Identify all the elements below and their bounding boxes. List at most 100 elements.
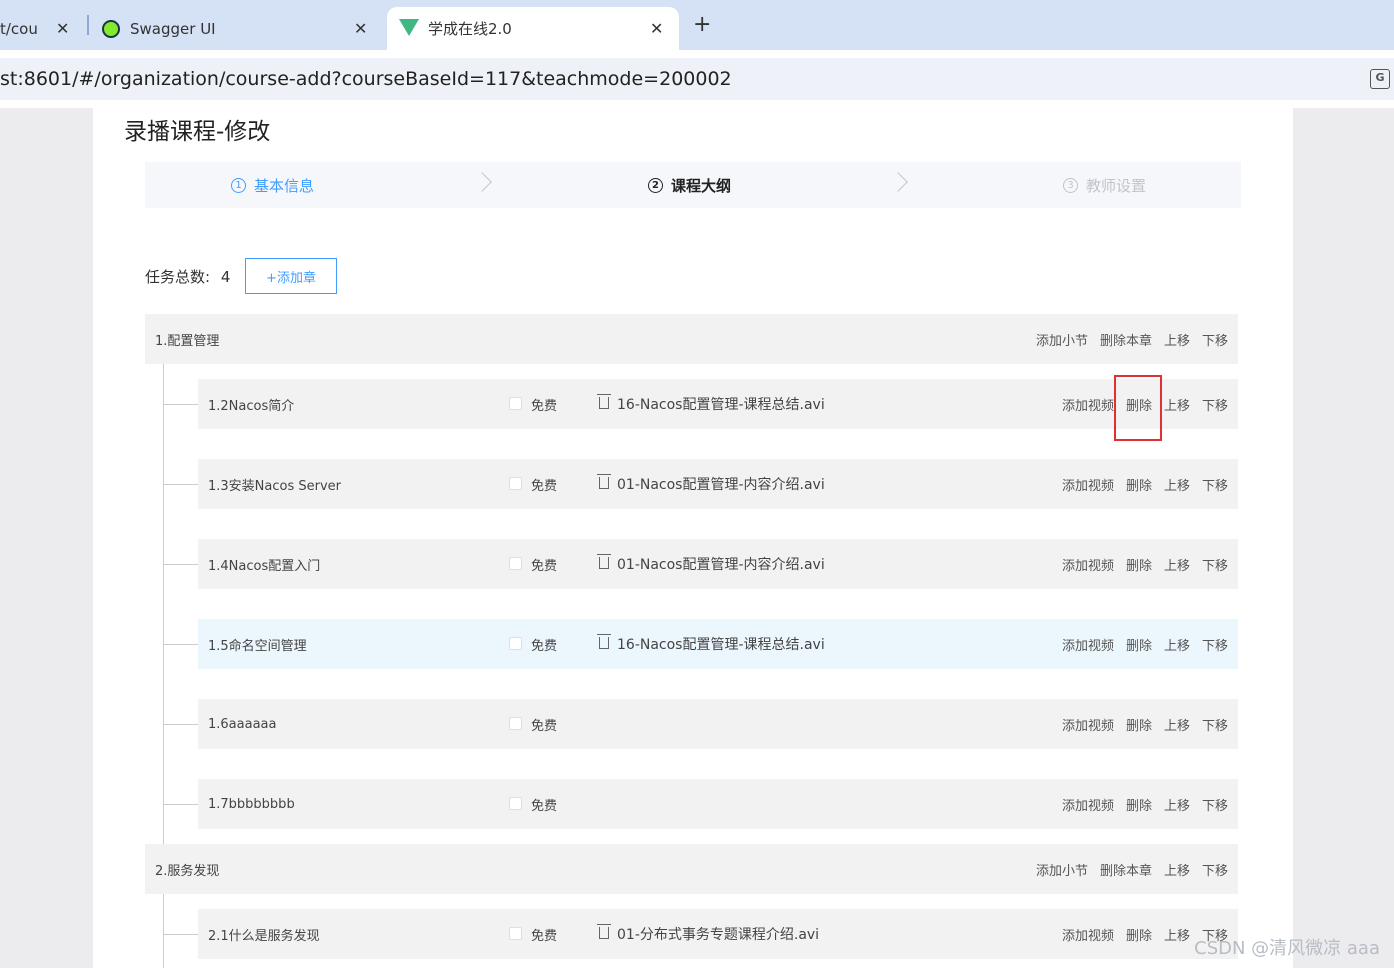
section-op-3[interactable]: 下移	[1202, 555, 1228, 574]
swagger-icon	[102, 19, 120, 38]
chapter-row: 1.配置管理 添加小节 删除本章 上移 下移	[145, 314, 1238, 364]
free-checkbox[interactable]	[509, 717, 522, 730]
tree-line	[163, 894, 164, 968]
trash-icon[interactable]	[597, 554, 611, 569]
section-title: 1.7bbbbbbbb	[208, 796, 295, 812]
chapter-op-0[interactable]: 添加小节	[1036, 330, 1088, 349]
section-op-2[interactable]: 上移	[1164, 475, 1190, 494]
section-row: 2.1什么是服务发现 免费 01-分布式事务专题课程介绍.avi 添加视频 删除上…	[198, 909, 1238, 959]
section-title: 1.6aaaaaa	[208, 716, 277, 732]
tab-3[interactable]: 学成在线2.0 ✕	[387, 7, 679, 50]
section-ops: 添加视频 删除 上移 下移	[1062, 555, 1228, 574]
tab-1[interactable]: t/cou ✕	[0, 7, 86, 50]
step-1-number: 1	[231, 177, 246, 193]
section-row: 1.4Nacos配置入门 免费 01-Nacos配置管理-内容介绍.avi 添加…	[198, 539, 1238, 589]
section-op-0[interactable]: 添加视频	[1062, 635, 1114, 654]
section-op-1[interactable]: 删除	[1126, 795, 1152, 814]
chapter-title: 1.配置管理	[155, 333, 220, 349]
section-row: 1.7bbbbbbbb 免费 添加视频 删除 上移 下移	[198, 779, 1238, 829]
free-label: 免费	[531, 558, 558, 574]
chapter-op-1[interactable]: 删除本章	[1100, 860, 1152, 879]
section-op-1[interactable]: 删除	[1126, 555, 1152, 574]
tab-1-label: t/cou	[0, 19, 38, 38]
free-checkbox[interactable]	[509, 927, 522, 940]
step-2-label: 课程大纲	[671, 176, 732, 195]
section-ops: 添加视频 删除 上移 下移	[1062, 795, 1228, 814]
tree-branch	[164, 564, 198, 565]
section-op-3[interactable]: 下移	[1202, 635, 1228, 654]
section-op-3[interactable]: 下移	[1202, 795, 1228, 814]
section-op-2[interactable]: 上移	[1164, 795, 1190, 814]
url-field[interactable]: st:8601/#/organization/course-add?course…	[0, 58, 1394, 100]
task-total-label: 任务总数:	[145, 268, 211, 286]
chapter-op-2[interactable]: 上移	[1164, 330, 1190, 349]
section-op-2[interactable]: 上移	[1164, 715, 1190, 734]
free-checkbox[interactable]	[509, 637, 522, 650]
section-op-1[interactable]: 删除	[1126, 925, 1152, 944]
section-op-2[interactable]: 上移	[1164, 395, 1190, 414]
tab-2[interactable]: Swagger UI ✕	[96, 7, 386, 50]
tab-3-close-icon[interactable]: ✕	[650, 19, 663, 38]
section-op-0[interactable]: 添加视频	[1062, 555, 1114, 574]
section-op-0[interactable]: 添加视频	[1062, 795, 1114, 814]
section-op-2[interactable]: 上移	[1164, 555, 1190, 574]
free-checkbox[interactable]	[509, 557, 522, 570]
tree-branch	[164, 484, 198, 485]
free-checkbox[interactable]	[509, 397, 522, 410]
section-op-2[interactable]: 上移	[1164, 925, 1190, 944]
video-file-name: 16-Nacos配置管理-课程总结.avi	[617, 397, 825, 413]
section-op-0[interactable]: 添加视频	[1062, 715, 1114, 734]
section-op-3[interactable]: 下移	[1202, 475, 1228, 494]
tree-branch	[164, 934, 198, 935]
section-op-3[interactable]: 下移	[1202, 395, 1228, 414]
trash-icon[interactable]	[597, 394, 611, 409]
chapter-ops: 添加小节 删除本章 上移 下移	[1036, 330, 1228, 349]
section-op-1[interactable]: 删除	[1126, 635, 1152, 654]
section-title: 1.2Nacos简介	[208, 398, 295, 414]
free-checkbox[interactable]	[509, 797, 522, 810]
section-op-1[interactable]: 删除	[1126, 475, 1152, 494]
step-course-outline[interactable]: 2 课程大纲	[648, 162, 731, 208]
chapter-row: 2.服务发现 添加小节 删除本章 上移 下移	[145, 844, 1238, 894]
free-checkbox[interactable]	[509, 477, 522, 490]
section-op-1[interactable]: 删除	[1126, 715, 1152, 734]
section-title: 1.3安装Nacos Server	[208, 478, 342, 494]
new-tab-button[interactable]: +	[693, 12, 711, 37]
add-chapter-button[interactable]: +添加章	[245, 258, 337, 294]
step-basic-info[interactable]: 1 基本信息	[231, 162, 314, 208]
free-label: 免费	[531, 638, 558, 654]
section-op-0[interactable]: 添加视频	[1062, 475, 1114, 494]
section-ops: 添加视频 删除 上移 下移	[1062, 715, 1228, 734]
trash-icon[interactable]	[597, 474, 611, 489]
trash-icon[interactable]	[597, 634, 611, 649]
chapter-op-0[interactable]: 添加小节	[1036, 860, 1088, 879]
chapter-op-2[interactable]: 上移	[1164, 860, 1190, 879]
free-label: 免费	[531, 718, 558, 734]
step-teacher-settings[interactable]: 3 教师设置	[1063, 162, 1146, 208]
tab-2-label: Swagger UI	[130, 19, 216, 38]
chapter-op-1[interactable]: 删除本章	[1100, 330, 1152, 349]
tree-branch	[164, 404, 198, 405]
free-label: 免费	[531, 398, 558, 414]
chevron-right-icon	[472, 172, 492, 192]
tab-2-close-icon[interactable]: ✕	[354, 19, 367, 38]
chapter-op-3[interactable]: 下移	[1202, 860, 1228, 879]
section-op-2[interactable]: 上移	[1164, 635, 1190, 654]
steps-bar: 1 基本信息 2 课程大纲 3 教师设置	[145, 162, 1241, 208]
section-op-3[interactable]: 下移	[1202, 715, 1228, 734]
watermark: CSDN @清风微凉 aaa	[1194, 938, 1380, 959]
section-ops: 添加视频 删除 上移 下移	[1062, 635, 1228, 654]
tree-line	[163, 364, 164, 844]
translate-icon[interactable]: G	[1370, 69, 1390, 89]
chapter-op-3[interactable]: 下移	[1202, 330, 1228, 349]
step-3-label: 教师设置	[1086, 176, 1147, 195]
tab-1-close-icon[interactable]: ✕	[56, 19, 69, 38]
trash-icon[interactable]	[597, 924, 611, 939]
tab-separator	[87, 15, 89, 35]
free-label: 免费	[531, 478, 558, 494]
section-op-0[interactable]: 添加视频	[1062, 395, 1114, 414]
section-op-0[interactable]: 添加视频	[1062, 925, 1114, 944]
chapter-ops: 添加小节 删除本章 上移 下移	[1036, 860, 1228, 879]
chapter-title: 2.服务发现	[155, 863, 220, 879]
section-title: 1.4Nacos配置入门	[208, 558, 321, 574]
